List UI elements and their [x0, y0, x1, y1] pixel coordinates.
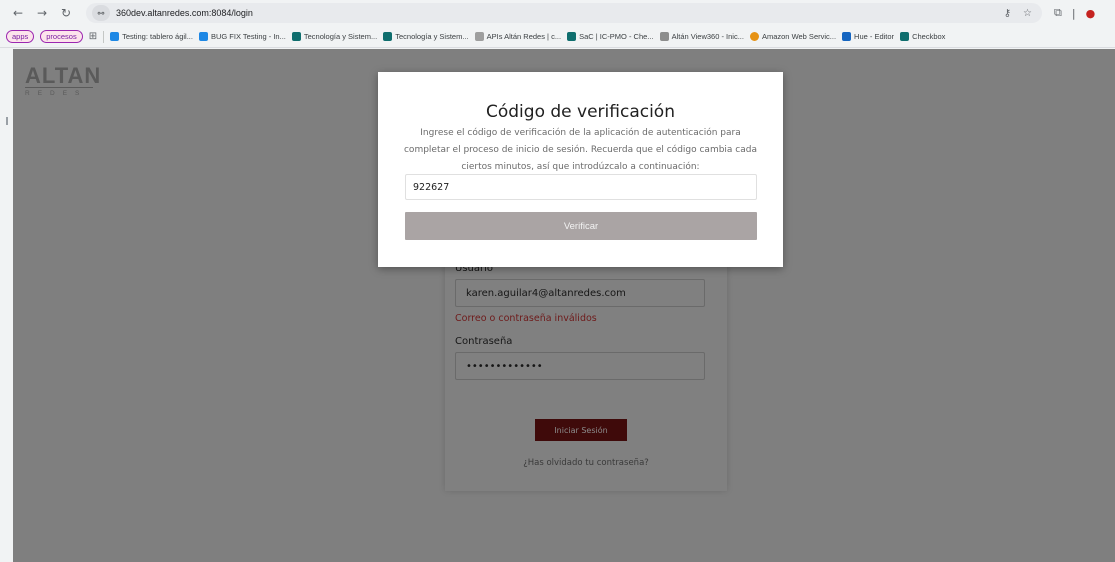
bookmark-favicon-icon — [110, 32, 120, 41]
bookmark-favicon-icon — [198, 32, 208, 41]
bookmark-favicon-icon — [474, 32, 484, 41]
password-field[interactable]: ••••••••••••• — [455, 352, 705, 380]
bookmark-item[interactable]: APIs Altán Redes | c... — [474, 32, 561, 41]
bookmark-item[interactable]: Amazon Web Servic... — [749, 32, 836, 41]
forgot-password-link[interactable]: ¿Has olvidado tu contraseña? — [445, 458, 727, 468]
scroll-marker — [6, 117, 8, 125]
browser-side-edge — [0, 49, 13, 562]
bookmark-favicon-icon — [842, 32, 852, 41]
modal-description: Ingrese el código de verificación de la … — [403, 128, 757, 172]
site-info-icon[interactable]: ⚯ — [92, 5, 110, 21]
bookmark-favicon-icon — [659, 32, 669, 41]
forward-icon[interactable]: → — [32, 3, 52, 23]
verification-modal: Código de verificación Ingrese el código… — [378, 72, 783, 267]
modal-title: Código de verificación — [486, 102, 675, 122]
bookmark-item[interactable]: Hue - Editor — [842, 32, 894, 41]
bookmark-star-icon[interactable]: ☆ — [1023, 8, 1032, 19]
password-key-icon[interactable]: ⚷ — [1004, 8, 1011, 19]
bookmark-favicon-icon — [291, 32, 301, 41]
login-error-message: Correo o contraseña inválidos — [455, 313, 597, 324]
logo-main-text: ALTAN — [25, 63, 102, 88]
address-bar[interactable]: ⚯ 360dev.altanredes.com:8084/login ⚷ ☆ — [86, 3, 1042, 23]
email-field[interactable]: karen.aguilar4@altanredes.com — [455, 279, 705, 307]
bookmark-favicon-icon — [900, 32, 910, 41]
bookmark-item[interactable]: SaC | IC-PMO - Che... — [567, 32, 654, 41]
apps-grid-icon[interactable]: ⊞ — [89, 31, 97, 42]
url-text[interactable]: 360dev.altanredes.com:8084/login — [116, 8, 253, 18]
verification-code-input[interactable]: 922627 — [405, 174, 757, 200]
bookmark-item[interactable]: Testing: tablero ágil... — [110, 32, 193, 41]
divider: | — [1071, 6, 1076, 20]
bookmarks-bar: apps procesos ⊞ Testing: tablero ágil...… — [0, 26, 1115, 48]
bookmark-favicon-icon — [383, 32, 393, 41]
extensions-icon[interactable]: ⧉ — [1054, 6, 1062, 20]
login-card: Usuario karen.aguilar4@altanredes.com Co… — [445, 249, 727, 491]
bookmark-chip-apps[interactable]: apps — [6, 30, 35, 43]
page-overlay[interactable]: ALTAN REDES Usuario karen.aguilar4@altan… — [13, 49, 1115, 562]
password-label: Contraseña — [455, 336, 513, 347]
verify-button[interactable]: Verificar — [405, 212, 757, 240]
bookmark-item[interactable]: Tecnología y Sistem... — [383, 32, 469, 41]
altan-logo: ALTAN REDES — [25, 63, 102, 97]
bookmark-item[interactable]: Tecnología y Sistem... — [291, 32, 377, 41]
bookmark-chip-procesos[interactable]: procesos — [40, 30, 83, 43]
profile-avatar-icon[interactable]: ● — [1086, 7, 1096, 20]
bookmark-item[interactable]: Checkbox — [900, 32, 945, 41]
bookmark-item[interactable]: BUG FIX Testing - In... — [198, 32, 286, 41]
bookmark-favicon-icon — [567, 32, 577, 41]
bookmark-divider — [103, 30, 105, 43]
bookmark-favicon-icon — [749, 32, 759, 41]
logo-sub-text: REDES — [25, 90, 88, 97]
login-button[interactable]: Iniciar Sesión — [535, 419, 627, 441]
bookmark-item[interactable]: Altán View360 - Inic... — [659, 32, 744, 41]
reload-icon[interactable]: ↻ — [56, 3, 76, 23]
back-icon[interactable]: ← — [8, 3, 28, 23]
browser-toolbar: ← → ↻ ⚯ 360dev.altanredes.com:8084/login… — [0, 0, 1115, 26]
